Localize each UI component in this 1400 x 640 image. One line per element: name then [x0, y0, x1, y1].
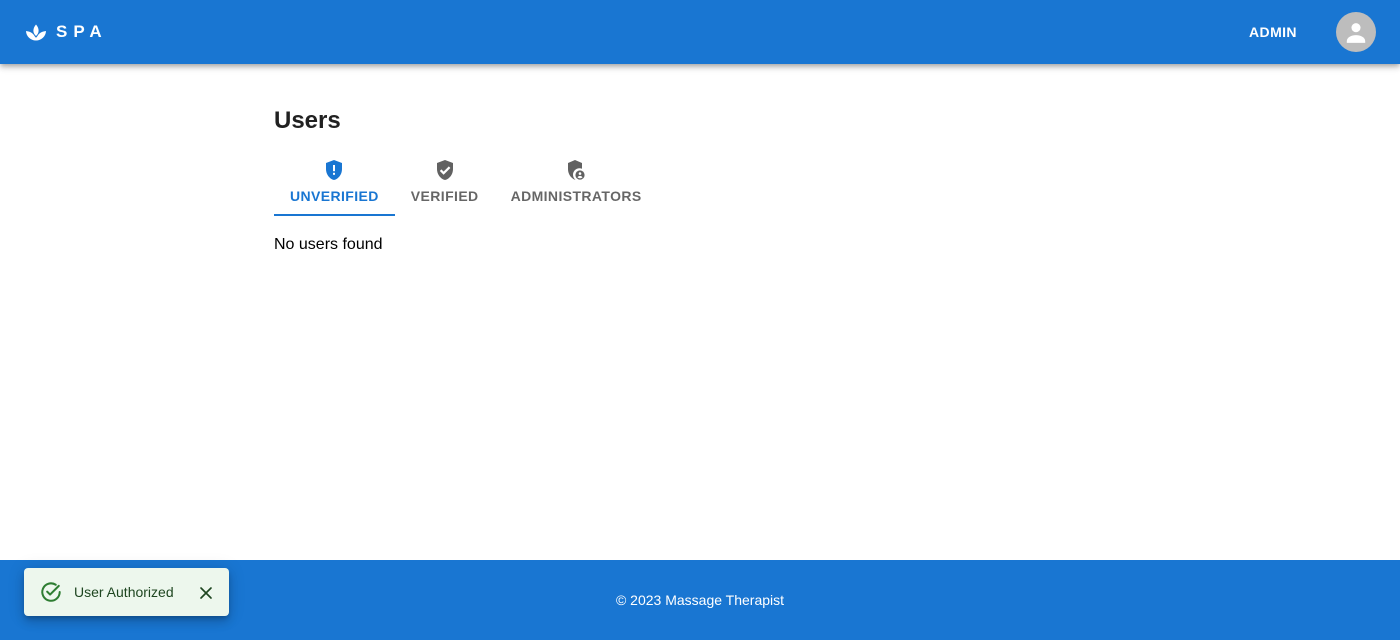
tab-label: ADMINISTRATORS: [510, 188, 642, 204]
snackbar-message: User Authorized: [74, 584, 174, 600]
brand-logo[interactable]: SPA: [24, 19, 108, 45]
app-bar: SPA ADMIN: [0, 0, 1400, 64]
shield-check-icon: [433, 158, 457, 182]
close-icon[interactable]: [194, 581, 218, 605]
user-tabs: UNVERIFIED VERIFIED ADMINISTRATORS: [274, 150, 658, 216]
tab-verified[interactable]: VERIFIED: [395, 150, 495, 216]
shield-alert-icon: [322, 158, 346, 182]
tab-unverified[interactable]: UNVERIFIED: [274, 150, 395, 216]
avatar[interactable]: [1336, 12, 1376, 52]
tab-label: VERIFIED: [410, 188, 479, 204]
tab-administrators[interactable]: ADMINISTRATORS: [495, 150, 658, 216]
success-snackbar: User Authorized: [24, 568, 229, 616]
check-circle-icon: [40, 581, 62, 603]
lotus-icon: [24, 20, 48, 44]
tab-label: UNVERIFIED: [290, 188, 379, 204]
brand-name: SPA: [56, 22, 108, 41]
admin-shield-icon: [564, 158, 588, 182]
empty-state-message: No users found: [274, 236, 383, 253]
admin-button[interactable]: ADMIN: [1236, 18, 1310, 46]
page-title: Users: [274, 107, 341, 134]
person-icon: [1343, 19, 1369, 45]
footer-copyright: © 2023 Massage Therapist: [615, 592, 785, 608]
